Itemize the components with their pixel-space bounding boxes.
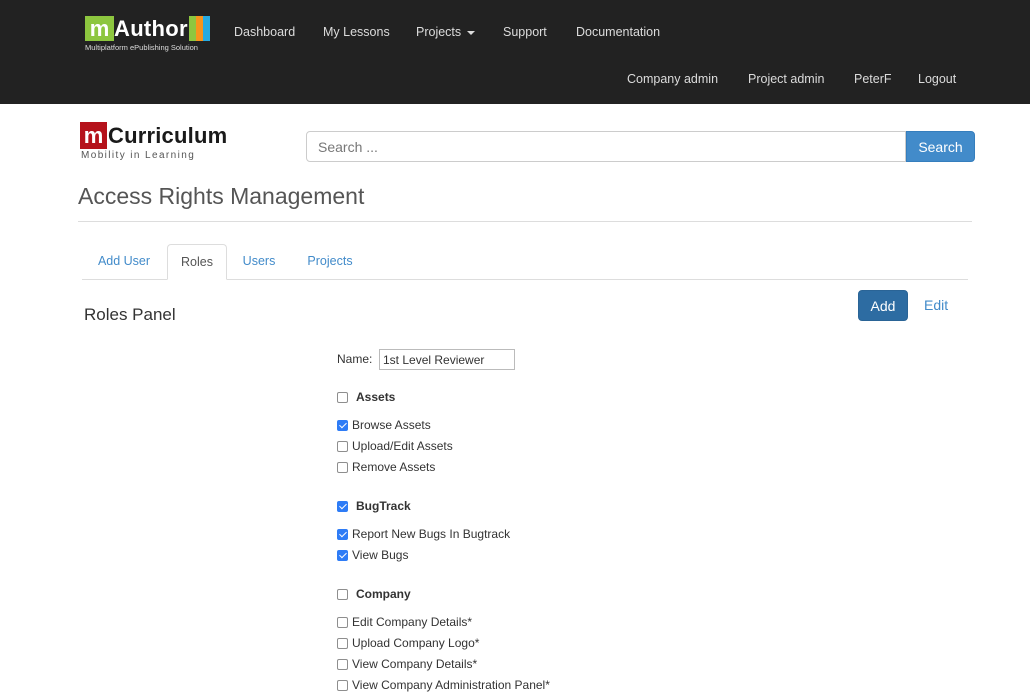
brand-letter: m bbox=[85, 16, 114, 41]
browse-assets-checkbox[interactable] bbox=[337, 420, 348, 431]
role-name-input[interactable] bbox=[379, 349, 515, 370]
nav-user-peterf[interactable]: PeterF bbox=[854, 72, 892, 86]
view-company-details-label: View Company Details* bbox=[352, 657, 478, 671]
upload-company-logo-checkbox[interactable] bbox=[337, 638, 348, 649]
upload-edit-assets-checkbox[interactable] bbox=[337, 441, 348, 452]
mcurriculum-logo[interactable]: m Curriculum Mobility in Learning bbox=[80, 122, 240, 164]
title-divider bbox=[78, 221, 972, 222]
company-group-label: Company bbox=[356, 587, 411, 601]
page-title: Access Rights Management bbox=[78, 183, 365, 209]
brand-subtitle: Multiplatform ePublishing Solution bbox=[85, 43, 198, 52]
tab-projects[interactable]: Projects bbox=[294, 244, 366, 279]
upload-edit-assets-label: Upload/Edit Assets bbox=[352, 439, 453, 453]
search-input[interactable] bbox=[306, 131, 906, 162]
edit-company-details-checkbox[interactable] bbox=[337, 617, 348, 628]
nav-projects-label: Projects bbox=[416, 25, 462, 39]
bugtrack-group-label: BugTrack bbox=[356, 499, 411, 513]
view-company-details-checkbox[interactable] bbox=[337, 659, 348, 670]
edit-link[interactable]: Edit bbox=[924, 297, 948, 313]
view-bugs-checkbox[interactable] bbox=[337, 550, 348, 561]
company-group-checkbox[interactable] bbox=[337, 589, 348, 600]
edit-company-details-label: Edit Company Details* bbox=[352, 615, 473, 629]
logo-subtitle: Mobility in Learning bbox=[81, 150, 196, 161]
nav-my-lessons[interactable]: My Lessons bbox=[323, 25, 390, 39]
report-new-bugs-label: Report New Bugs In Bugtrack bbox=[352, 527, 511, 541]
browse-assets-label: Browse Assets bbox=[352, 418, 431, 432]
brand-name: Author bbox=[114, 16, 188, 41]
brand-color-bars bbox=[189, 16, 217, 41]
report-new-bugs-checkbox[interactable] bbox=[337, 529, 348, 540]
bugtrack-group-checkbox[interactable] bbox=[337, 501, 348, 512]
add-button[interactable]: Add bbox=[858, 290, 908, 321]
nav-logout[interactable]: Logout bbox=[918, 72, 956, 86]
logo-name: Curriculum bbox=[108, 123, 228, 148]
tab-roles[interactable]: Roles bbox=[167, 244, 227, 280]
panel-title: Roles Panel bbox=[84, 305, 176, 324]
assets-group-label: Assets bbox=[356, 390, 396, 404]
nav-dashboard[interactable]: Dashboard bbox=[234, 25, 295, 39]
logo-letter: m bbox=[80, 122, 107, 149]
remove-assets-checkbox[interactable] bbox=[337, 462, 348, 473]
mauthor-logo[interactable]: m Author Multiplatform ePublishing Solut… bbox=[85, 16, 220, 56]
top-navbar: m Author Multiplatform ePublishing Solut… bbox=[0, 0, 1030, 104]
view-company-admin-panel-checkbox[interactable] bbox=[337, 680, 348, 691]
remove-assets-label: Remove Assets bbox=[352, 460, 436, 474]
nav-projects-dropdown[interactable]: Projects bbox=[416, 25, 476, 39]
view-bugs-label: View Bugs bbox=[352, 548, 409, 562]
tab-users[interactable]: Users bbox=[230, 244, 288, 279]
role-name-label: Name: bbox=[337, 352, 373, 366]
nav-project-admin[interactable]: Project admin bbox=[748, 72, 824, 86]
assets-group-checkbox[interactable] bbox=[337, 392, 348, 403]
search-button[interactable]: Search bbox=[906, 131, 975, 162]
tab-add-user[interactable]: Add User bbox=[84, 244, 164, 279]
nav-company-admin[interactable]: Company admin bbox=[627, 72, 718, 86]
nav-documentation[interactable]: Documentation bbox=[576, 25, 660, 39]
view-company-admin-panel-label: View Company Administration Panel* bbox=[352, 678, 550, 692]
upload-company-logo-label: Upload Company Logo* bbox=[352, 636, 480, 650]
nav-support[interactable]: Support bbox=[503, 25, 547, 39]
chevron-down-icon bbox=[467, 30, 476, 35]
